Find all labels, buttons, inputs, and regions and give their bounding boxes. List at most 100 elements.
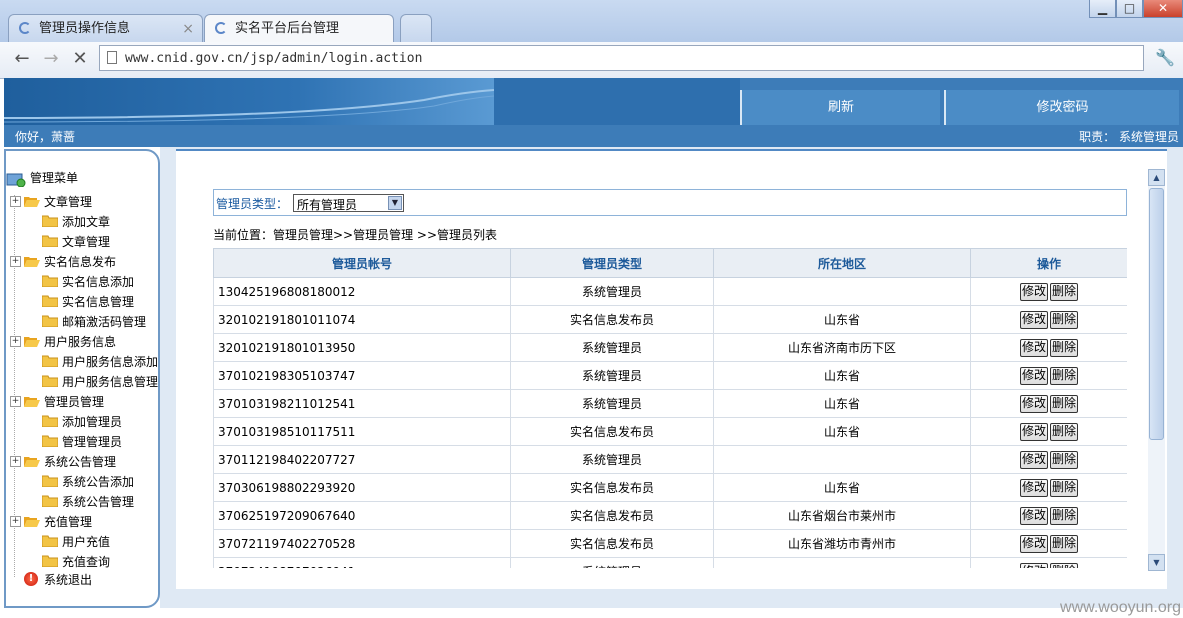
admin-type-cell: 实名信息发布员 bbox=[510, 305, 714, 334]
delete-button[interactable]: 删除 bbox=[1050, 506, 1079, 525]
folder-icon bbox=[42, 315, 58, 327]
edit-button[interactable]: 修改 bbox=[1019, 422, 1048, 441]
admin-type-cell: 系统管理员 bbox=[510, 361, 714, 390]
folder-icon bbox=[42, 535, 58, 547]
page-icon bbox=[107, 51, 117, 64]
delete-button[interactable]: 删除 bbox=[1050, 394, 1079, 413]
delete-button[interactable]: 删除 bbox=[1050, 562, 1079, 568]
region-cell: 山东省 bbox=[713, 305, 971, 334]
scroll-up-icon[interactable]: ▲ bbox=[1148, 169, 1165, 186]
expand-icon[interactable]: + bbox=[10, 396, 21, 407]
tab-realname-admin[interactable]: 实名平台后台管理 bbox=[204, 14, 394, 42]
edit-button[interactable]: 修改 bbox=[1019, 562, 1048, 568]
sidebar-item-label: 用户服务信息管理 bbox=[62, 375, 159, 389]
folder-icon bbox=[42, 295, 58, 307]
expand-icon[interactable]: + bbox=[10, 516, 21, 527]
admin-type-select[interactable]: 所有管理员 ▼ bbox=[293, 194, 404, 212]
actions-cell: 修改删除 bbox=[970, 389, 1127, 418]
folder-icon bbox=[42, 415, 58, 427]
close-window-button[interactable]: ✕ bbox=[1143, 0, 1183, 18]
sidebar-item-label: 用户充值 bbox=[62, 535, 111, 549]
folder-icon bbox=[42, 435, 58, 447]
folder-open-icon bbox=[24, 197, 40, 207]
delete-button[interactable]: 删除 bbox=[1050, 310, 1079, 329]
sidebar-group-label: 实名信息发布 bbox=[44, 255, 117, 269]
admin-type-cell: 实名信息发布员 bbox=[510, 417, 714, 446]
region-cell: 山东省烟台市莱州市 bbox=[713, 501, 971, 530]
vertical-scrollbar[interactable]: ▲ ▼ bbox=[1148, 169, 1165, 571]
expand-icon[interactable]: + bbox=[10, 336, 21, 347]
edit-button[interactable]: 修改 bbox=[1019, 338, 1048, 357]
delete-button[interactable]: 删除 bbox=[1050, 450, 1079, 469]
wrench-icon[interactable]: 🔧 bbox=[1155, 48, 1175, 67]
actions-cell: 修改删除 bbox=[970, 501, 1127, 530]
actions-cell: 修改删除 bbox=[970, 333, 1127, 362]
new-tab-button[interactable] bbox=[400, 14, 432, 42]
maximize-button[interactable]: □ bbox=[1116, 0, 1143, 18]
sidebar-group-label: 系统公告管理 bbox=[44, 455, 117, 469]
folder-open-icon bbox=[24, 397, 40, 407]
minimize-button[interactable]: ▁ bbox=[1089, 0, 1116, 18]
actions-cell: 修改删除 bbox=[970, 361, 1127, 390]
url-text[interactable]: www.cnid.gov.cn/jsp/admin/login.action bbox=[125, 51, 422, 66]
table-row: 130425196808180012 系统管理员 修改 删除 bbox=[213, 277, 1127, 306]
region-cell: 山东省 bbox=[713, 361, 971, 390]
edit-button[interactable]: 修改 bbox=[1019, 282, 1048, 301]
menu-folder-icon bbox=[6, 173, 26, 187]
admin-table: 管理员帐号 管理员类型 所在地区 操作 130425196808180012 系统… bbox=[213, 248, 1127, 568]
folder-icon bbox=[42, 235, 58, 247]
header-swoosh-graphic bbox=[4, 89, 494, 123]
sidebar-group-label: 文章管理 bbox=[44, 195, 93, 209]
forward-arrow-icon[interactable]: → bbox=[39, 47, 63, 71]
sidebar-item-label: 邮箱激活码管理 bbox=[62, 315, 147, 329]
scroll-down-icon[interactable]: ▼ bbox=[1148, 554, 1165, 571]
folder-open-icon bbox=[24, 337, 40, 347]
delete-button[interactable]: 删除 bbox=[1050, 282, 1079, 301]
scroll-thumb[interactable] bbox=[1149, 188, 1164, 440]
delete-button[interactable]: 删除 bbox=[1050, 366, 1079, 385]
table-row: 320102191801011074 实名信息发布员 山东省 修改 删除 bbox=[213, 305, 1127, 334]
back-arrow-icon[interactable]: ← bbox=[10, 47, 34, 71]
sidebar-menu: 管理菜单 + 文章管理 添加文章 文章管理 + 实名信息发布 实名信息添加 实名… bbox=[4, 149, 160, 608]
region-cell: 山东省潍坊市青州市 bbox=[713, 529, 971, 558]
address-bar[interactable]: www.cnid.gov.cn/jsp/admin/login.action bbox=[99, 45, 1144, 71]
edit-button[interactable]: 修改 bbox=[1019, 366, 1048, 385]
account-cell: 130425196808180012 bbox=[213, 277, 511, 306]
sidebar-item-label: 实名信息管理 bbox=[62, 295, 135, 309]
delete-button[interactable]: 删除 bbox=[1050, 478, 1079, 497]
content-top-strip bbox=[176, 149, 1167, 151]
edit-button[interactable]: 修改 bbox=[1019, 310, 1048, 329]
user-bar: 你好，萧蔷 职责： 系统管理员 bbox=[4, 125, 1183, 147]
admin-type-cell: 系统管理员 bbox=[510, 389, 714, 418]
tab-title: 管理员操作信息 bbox=[39, 21, 131, 36]
edit-button[interactable]: 修改 bbox=[1019, 394, 1048, 413]
change-password-button[interactable]: 修改密码 bbox=[944, 90, 1179, 125]
sidebar-item-label: 添加管理员 bbox=[62, 415, 123, 429]
folder-open-icon bbox=[24, 457, 40, 467]
table-row: 370306198802293920 实名信息发布员 山东省 修改 删除 bbox=[213, 473, 1127, 502]
sidebar-item-label: 系统公告添加 bbox=[62, 475, 135, 489]
admin-type-cell: 系统管理员 bbox=[510, 277, 714, 306]
chevron-down-icon[interactable]: ▼ bbox=[388, 196, 402, 210]
loading-icon bbox=[19, 22, 31, 34]
refresh-button[interactable]: 刷新 bbox=[740, 90, 940, 125]
account-cell: 370103198211012541 bbox=[213, 389, 511, 418]
column-header-account: 管理员帐号 bbox=[213, 248, 511, 278]
edit-button[interactable]: 修改 bbox=[1019, 450, 1048, 469]
edit-button[interactable]: 修改 bbox=[1019, 506, 1048, 525]
delete-button[interactable]: 删除 bbox=[1050, 422, 1079, 441]
stop-icon[interactable]: ✕ bbox=[68, 47, 92, 71]
edit-button[interactable]: 修改 bbox=[1019, 478, 1048, 497]
edit-button[interactable]: 修改 bbox=[1019, 534, 1048, 553]
folder-icon bbox=[42, 495, 58, 507]
tab-admin-operation-info[interactable]: 管理员操作信息 × bbox=[8, 14, 203, 42]
sidebar-group-label: 充值管理 bbox=[44, 515, 93, 529]
region-cell: 山东省 bbox=[713, 389, 971, 418]
delete-button[interactable]: 删除 bbox=[1050, 338, 1079, 357]
expand-icon[interactable]: + bbox=[10, 196, 21, 207]
close-tab-icon[interactable]: × bbox=[182, 15, 194, 42]
expand-icon[interactable]: + bbox=[10, 456, 21, 467]
delete-button[interactable]: 删除 bbox=[1050, 534, 1079, 553]
folder-icon bbox=[42, 355, 58, 367]
expand-icon[interactable]: + bbox=[10, 256, 21, 267]
